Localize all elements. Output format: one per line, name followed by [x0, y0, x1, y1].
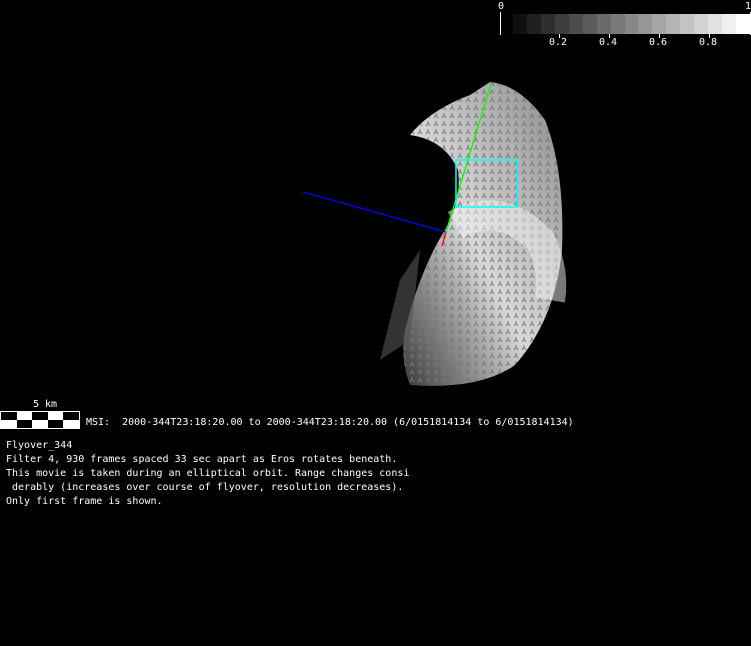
colorbar-swatch [638, 14, 653, 34]
colorbar-min-label: 0 [498, 1, 505, 12]
movie-title: Flyover_344 [6, 440, 73, 451]
colorbar-swatch [680, 14, 695, 34]
colorbar-swatch [526, 14, 541, 34]
colorbar-swatch [513, 14, 527, 34]
description-line: This movie is taken during an elliptical… [6, 468, 410, 479]
description-line: Only first frame is shown. [6, 496, 163, 507]
colorbar-swatch [568, 14, 583, 34]
colorbar-swatch [554, 14, 569, 34]
colorbar-swatch [722, 14, 736, 34]
colorbar-swatch [610, 14, 625, 34]
eros-shape-model [380, 82, 567, 386]
colorbar-swatch [736, 14, 750, 34]
colorbar-tick-label: 0.4 [599, 37, 618, 48]
description-line: derably (increases over course of flyove… [6, 482, 404, 493]
asteroid-view [302, 82, 567, 386]
colorbar-swatch [694, 14, 709, 34]
description-line: Filter 4, 930 frames spaced 33 sec apart… [6, 454, 398, 465]
colorbar-tick-label: 0.8 [699, 37, 718, 48]
colorbar-swatch [624, 14, 639, 34]
scale-bar-label: 5 km [33, 399, 58, 410]
colorbar-tick-label: 0.2 [549, 37, 568, 48]
colorbar-tick-label: 0.6 [649, 37, 668, 48]
colorbar-swatch [540, 14, 555, 34]
colorbar-gradient [513, 14, 750, 34]
colorbar-swatch [652, 14, 667, 34]
z-axis-line [302, 191, 447, 233]
colorbar-swatch [708, 14, 723, 34]
msi-time-range: MSI: 2000-344T23:18:20.00 to 2000-344T23… [86, 417, 574, 428]
colorbar: 0 1 0.2 0.4 0.6 0.8 [496, 0, 751, 50]
colorbar-swatch [596, 14, 611, 34]
colorbar-swatch [582, 14, 597, 34]
scale-bar [0, 411, 80, 429]
colorbar-swatch [666, 14, 681, 34]
